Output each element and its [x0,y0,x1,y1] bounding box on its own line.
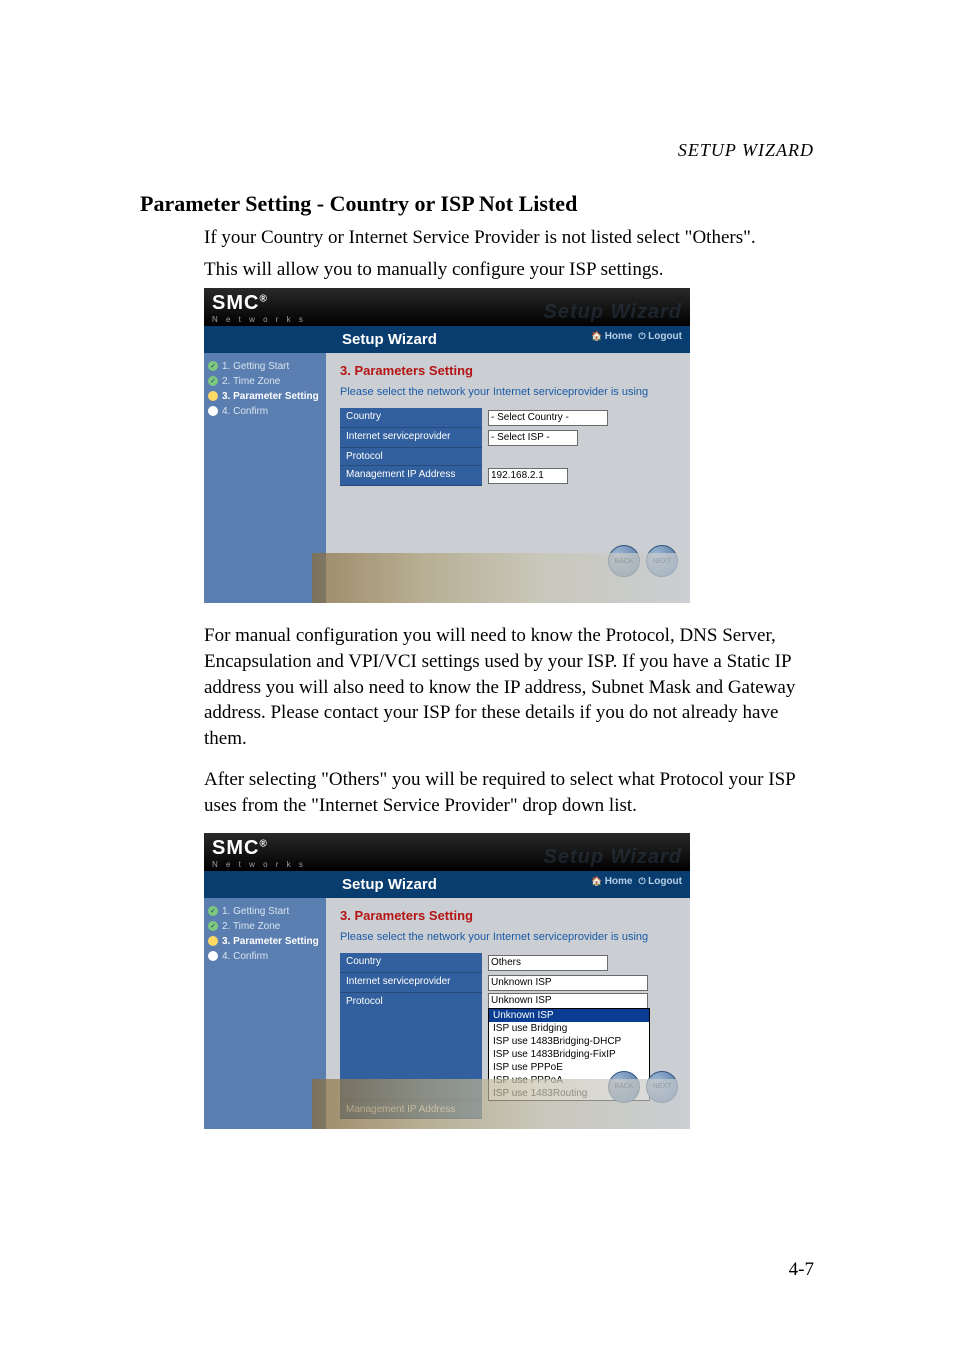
brand-subtext: N e t w o r k s [212,860,306,869]
step-getting-start[interactable]: 1. Getting Start [208,904,322,919]
label-country: Country [340,953,482,973]
intro-line-1: If your Country or Internet Service Prov… [204,225,814,251]
brand-logo: SMC® [212,292,306,315]
protocol-select[interactable]: Unknown ISP [488,993,648,1009]
figure-isp-dropdown: SMC® N e t w o r k s Setup Wizard Setup … [204,833,690,1129]
panel-heading: 3. Parameters Setting [340,363,680,378]
wizard-titlebar: Setup Wizard Home Logout [204,871,690,898]
wizard-title: Setup Wizard [342,876,437,893]
wizard-header: SMC® N e t w o r k s Setup Wizard [204,288,690,326]
step-confirm[interactable]: 4. Confirm [208,404,322,419]
brand-block: SMC® N e t w o r k s [212,837,306,869]
label-mgmt-ip: Management IP Address [340,466,482,486]
page-number: 4-7 [789,1259,814,1281]
label-isp: Internet serviceprovider [340,973,482,993]
section-title: Parameter Setting - Country or ISP Not L… [140,191,814,217]
brand-subtext: N e t w o r k s [212,315,306,324]
figure-params-select-country: SMC® N e t w o r k s Setup Wizard Setup … [204,288,690,603]
wizard-ghost-title: Setup Wizard [544,301,683,324]
home-link[interactable]: Home [591,331,633,348]
isp-select[interactable]: - Select ISP - [488,430,578,446]
step-parameter-setting[interactable]: 3. Parameter Setting [208,389,322,404]
paragraph-after-selecting: After selecting "Others" you will be req… [204,767,814,818]
wizard-main-panel: 3. Parameters Setting Please select the … [326,898,690,1129]
step-confirm[interactable]: 4. Confirm [208,949,322,964]
decorative-footer-image [312,1079,690,1129]
wizard-window: SMC® N e t w o r k s Setup Wizard Setup … [204,288,690,603]
panel-subtext: Please select the network your Internet … [340,931,680,943]
label-isp: Internet serviceprovider [340,428,482,448]
running-header-text: SETUP WIZARD [678,140,814,160]
label-protocol: Protocol [340,448,482,466]
wizard-title: Setup Wizard [342,331,437,348]
brand-block: SMC® N e t w o r k s [212,292,306,324]
wizard-steps-sidebar: 1. Getting Start 2. Time Zone 3. Paramet… [204,353,326,603]
step-time-zone[interactable]: 2. Time Zone [208,919,322,934]
running-header: SETUP WIZARD [140,140,814,161]
brand-logo: SMC® [212,837,306,860]
step-getting-start[interactable]: 1. Getting Start [208,359,322,374]
isp-option[interactable]: Unknown ISP [489,1009,649,1022]
paragraph-manual-config: For manual configuration you will need t… [204,623,814,751]
parameters-form: Country - Select Country - Internet serv… [340,408,654,486]
wizard-main-panel: 3. Parameters Setting Please select the … [326,353,690,603]
mgmt-ip-input[interactable]: 192.168.2.1 [488,468,568,484]
wizard-titlebar: Setup Wizard Home Logout [204,326,690,353]
isp-select[interactable]: Unknown ISP [488,975,648,991]
step-time-zone[interactable]: 2. Time Zone [208,374,322,389]
step-parameter-setting[interactable]: 3. Parameter Setting [208,934,322,949]
wizard-ghost-title: Setup Wizard [544,846,683,869]
country-select[interactable]: Others [488,955,608,971]
intro-line-2: This will allow you to manually configur… [204,257,814,283]
wizard-steps-sidebar: 1. Getting Start 2. Time Zone 3. Paramet… [204,898,326,1129]
panel-subtext: Please select the network your Internet … [340,386,680,398]
logout-link[interactable]: Logout [639,876,683,893]
decorative-footer-image [312,553,690,603]
isp-option[interactable]: ISP use Bridging [489,1022,649,1035]
panel-heading: 3. Parameters Setting [340,908,680,923]
wizard-header: SMC® N e t w o r k s Setup Wizard [204,833,690,871]
isp-option[interactable]: ISP use 1483Bridging-DHCP [489,1035,649,1048]
label-country: Country [340,408,482,428]
logout-link[interactable]: Logout [639,331,683,348]
home-link[interactable]: Home [591,876,633,893]
wizard-window: SMC® N e t w o r k s Setup Wizard Setup … [204,833,690,1129]
isp-option[interactable]: ISP use 1483Bridging-FixIP [489,1048,649,1061]
country-select[interactable]: - Select Country - [488,410,608,426]
